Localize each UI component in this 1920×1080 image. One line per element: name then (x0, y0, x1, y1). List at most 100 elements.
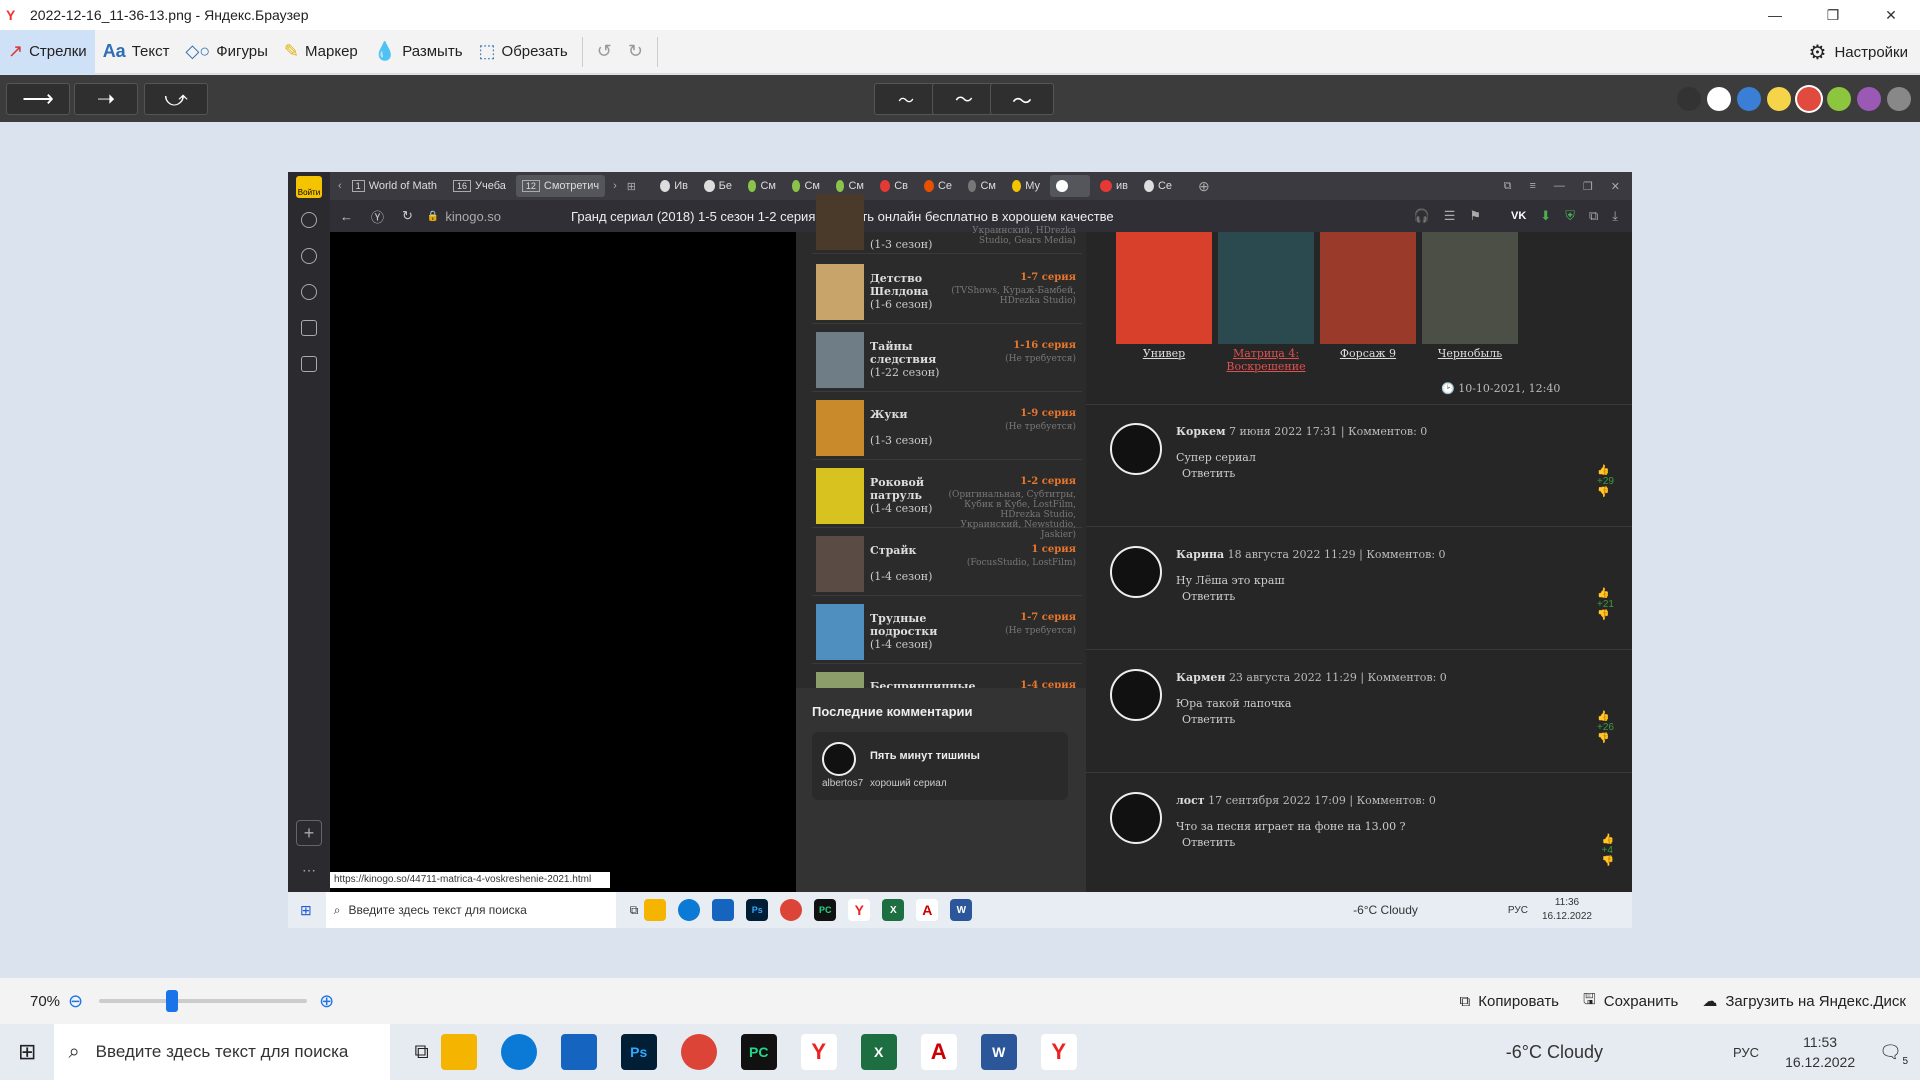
zoom-slider-thumb[interactable] (165, 990, 178, 1012)
add-panel-button[interactable]: + (296, 820, 322, 846)
comment-user[interactable]: лост (1176, 794, 1205, 807)
color-swatch[interactable] (1827, 87, 1851, 111)
login-button[interactable]: Войти (296, 176, 322, 198)
new-tab-button[interactable]: ⊕ (1198, 178, 1210, 195)
file-explorer-icon[interactable] (440, 1034, 477, 1070)
bell-icon[interactable] (301, 212, 317, 228)
photoshop-icon[interactable]: Ps (620, 1034, 657, 1070)
yandex-browser-icon[interactable]: Y (800, 1034, 837, 1070)
tool-text[interactable]: Aa Текст (95, 30, 178, 74)
color-swatch[interactable] (1887, 87, 1911, 111)
taskbar-lang[interactable]: РУС (1733, 1045, 1759, 1060)
line-smooth-thick[interactable]: 〜 (990, 83, 1054, 115)
yandex-browser-icon[interactable]: Y (848, 899, 871, 921)
browser-tab[interactable]: Бе (698, 175, 738, 197)
thumbs-up-icon[interactable]: 👍 (1602, 834, 1614, 845)
recent-comment-user[interactable]: albertos7 (822, 778, 863, 789)
list-item[interactable]: Трудные подростки (1-4 сезон) 1-7 серия (Не… (812, 598, 1082, 664)
color-swatch[interactable] (1737, 87, 1761, 111)
list-item[interactable]: Роковой патруль (1-4 сезон) 1-2 серия (Ориг… (812, 462, 1082, 540)
pycharm-icon[interactable]: PC (740, 1034, 777, 1070)
tool-blur[interactable]: 💧 Размыть (366, 30, 471, 74)
thumbs-up-icon[interactable]: 👍 (1597, 588, 1614, 599)
task-view-icon[interactable]: ⧉ (414, 1041, 428, 1064)
tab-smotret[interactable]: 12 Смотретич (515, 175, 606, 197)
tab-ucheba[interactable]: 16 Учеба (447, 175, 512, 197)
chrome-icon[interactable] (680, 1034, 717, 1070)
poster-link[interactable]: Матрица 4: Воскрешение (1218, 347, 1314, 373)
windows-start-icon[interactable]: ⊞ (300, 902, 312, 919)
excel-icon[interactable]: X (860, 1034, 897, 1070)
extensions-icon[interactable]: ⧉ (1589, 208, 1598, 224)
chrome-icon[interactable] (780, 899, 803, 921)
inner-lang[interactable]: РУС (1508, 905, 1528, 916)
mail-icon[interactable] (712, 899, 735, 921)
download-ext-icon[interactable]: ⬇ (1540, 208, 1551, 224)
browser-tab[interactable]: Се (1138, 175, 1178, 197)
minimize-button[interactable]: — (1746, 0, 1804, 30)
line-smooth-thin[interactable]: 〜 (874, 83, 938, 115)
comment-user[interactable]: Кармен (1176, 671, 1225, 684)
edge-icon[interactable] (678, 899, 701, 921)
excel-icon[interactable]: X (882, 899, 905, 921)
close-icon[interactable]: ✕ (1611, 180, 1620, 193)
poster-image[interactable] (1422, 232, 1518, 344)
poster-image[interactable] (1218, 232, 1314, 344)
chevron-left-icon[interactable]: ‹ (338, 180, 342, 192)
back-icon[interactable]: ← (340, 209, 353, 224)
reply-button[interactable]: Ответить (1182, 467, 1235, 480)
color-swatch[interactable] (1707, 87, 1731, 111)
recent-comment-title[interactable]: Пять минут тишины (870, 750, 980, 762)
tab-list-icon[interactable]: ⧉ (1504, 180, 1512, 193)
browser-tab[interactable]: Ив (654, 175, 694, 197)
taskbar-clock[interactable]: 11:53 16.12.2022 (1785, 1032, 1855, 1072)
color-swatch[interactable] (1797, 87, 1821, 111)
series-name[interactable]: Детство Шелдона (870, 272, 958, 298)
zoom-in-button[interactable]: ⊕ (319, 991, 334, 1012)
new-tab-group-icon[interactable]: ⊞ (627, 180, 636, 193)
thumbs-down-icon[interactable]: 👎 (1597, 487, 1614, 498)
tool-crop[interactable]: ⬚ Обрезать (471, 30, 576, 74)
yandex-icon[interactable]: Ⓨ (371, 207, 384, 226)
poster-link[interactable]: Чернобыль (1422, 347, 1518, 360)
save-button[interactable]: 🖫 Сохранить (1583, 989, 1678, 1014)
inner-clock[interactable]: 11:36 16.12.2022 (1542, 896, 1592, 924)
inner-weather[interactable]: -6°C Cloudy (1353, 903, 1418, 917)
taskbar-weather[interactable]: -6°C Cloudy (1506, 1042, 1603, 1063)
history-icon[interactable] (301, 248, 317, 264)
color-swatch[interactable] (1857, 87, 1881, 111)
upload-disk-button[interactable]: ☁ Загрузить на Яндекс.Диск (1702, 992, 1906, 1011)
shield-icon[interactable]: ⛨ (1565, 208, 1575, 224)
zoom-out-button[interactable]: ⊖ (68, 991, 83, 1012)
arrow-style-thick[interactable]: ➝ (74, 83, 138, 115)
redo-button[interactable]: ↻ (620, 30, 651, 74)
color-swatch[interactable] (1677, 87, 1701, 111)
reply-button[interactable]: Ответить (1182, 713, 1235, 726)
undo-button[interactable]: ↺ (589, 30, 620, 74)
series-name[interactable]: Жуки (870, 408, 958, 421)
yandex-browser-icon[interactable]: Y (1040, 1034, 1077, 1070)
tab-world-of-math[interactable]: 1 World of Math (346, 175, 443, 197)
chevron-right-icon[interactable]: › (613, 180, 617, 192)
thumbs-down-icon[interactable]: 👎 (1602, 856, 1614, 867)
comment-user[interactable]: Карина (1176, 548, 1224, 561)
tool-shapes[interactable]: ◇○ Фигуры (177, 30, 275, 74)
thumbs-up-icon[interactable]: 👍 (1597, 711, 1614, 722)
list-item[interactable]: Детство Шелдона (1-6 сезон) 1-7 серия (TVSh… (812, 258, 1082, 324)
copy-button[interactable]: ⧉ Копировать (1460, 993, 1559, 1010)
thumbs-up-icon[interactable]: 👍 (1597, 465, 1614, 476)
inner-search-box[interactable]: ⌕ Введите здесь текст для поиска (325, 892, 616, 928)
series-name[interactable]: Роковой патруль (870, 476, 958, 502)
line-smooth-medium[interactable]: 〜 (932, 83, 996, 115)
reply-button[interactable]: Ответить (1182, 836, 1235, 849)
word-icon[interactable]: W (950, 899, 973, 921)
close-button[interactable]: ✕ (1862, 0, 1920, 30)
poster-link[interactable]: Форсаж 9 (1320, 347, 1416, 360)
recent-comment-card[interactable]: Пять минут тишины albertos7 хороший сери… (812, 732, 1068, 800)
poster-image[interactable] (1320, 232, 1416, 344)
series-name[interactable]: Страйк (870, 544, 958, 557)
color-swatch[interactable] (1767, 87, 1791, 111)
arrow-style-thin[interactable]: ⟶ (6, 83, 70, 115)
list-item[interactable]: (1-3 сезон) Украинский, HDrezka Studio, … (812, 188, 1082, 254)
more-icon[interactable]: ⋯ (302, 862, 316, 879)
